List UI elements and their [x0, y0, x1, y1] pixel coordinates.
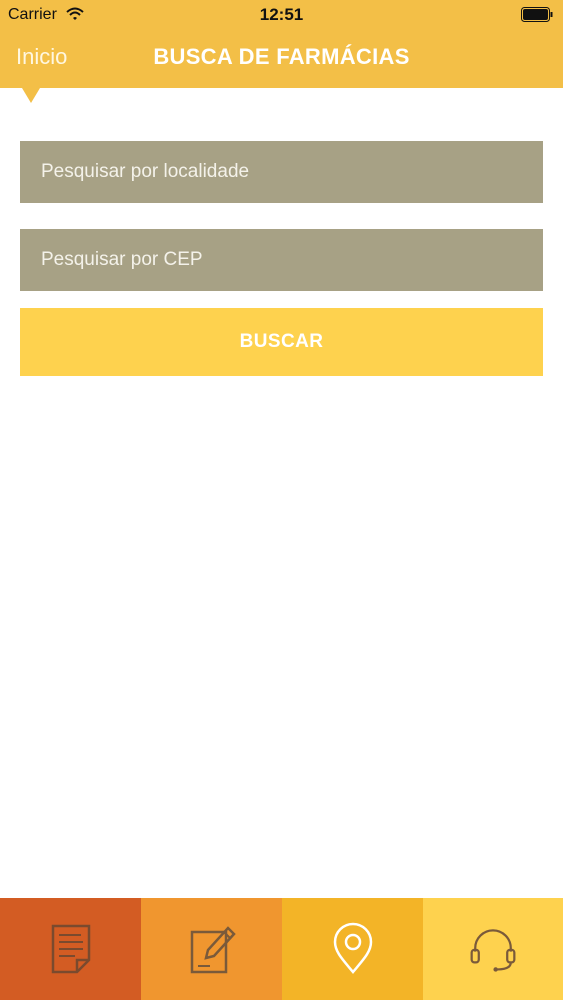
cep-search-input[interactable]: Pesquisar por CEP	[20, 229, 543, 291]
headset-icon	[470, 929, 516, 972]
header-pointer-arrow	[22, 88, 40, 103]
battery-icon	[521, 7, 553, 22]
tab-bar	[0, 898, 563, 1000]
status-bar: Carrier 12:51	[0, 0, 563, 30]
location-pin-icon	[333, 922, 372, 974]
tab-notes[interactable]	[141, 898, 282, 1000]
localidade-placeholder: Pesquisar por localidade	[41, 161, 250, 182]
clock-label: 12:51	[259, 5, 304, 24]
edit-note-icon	[190, 926, 236, 974]
document-icon	[51, 924, 90, 974]
search-button-label: BUSCAR	[239, 331, 324, 352]
cep-placeholder: Pesquisar por CEP	[41, 249, 203, 270]
search-button[interactable]: BUSCAR	[20, 308, 543, 376]
tab-location[interactable]	[282, 898, 423, 1000]
page-title: BUSCA DE FARMÁCIAS	[153, 44, 410, 69]
header-bar: Carrier 12:51 Inicio BUSCA DE FARMÁCIAS	[0, 0, 563, 88]
localidade-search-input[interactable]: Pesquisar por localidade	[20, 141, 543, 203]
tab-support[interactable]	[423, 898, 563, 1000]
tab-documents[interactable]	[0, 898, 141, 1000]
